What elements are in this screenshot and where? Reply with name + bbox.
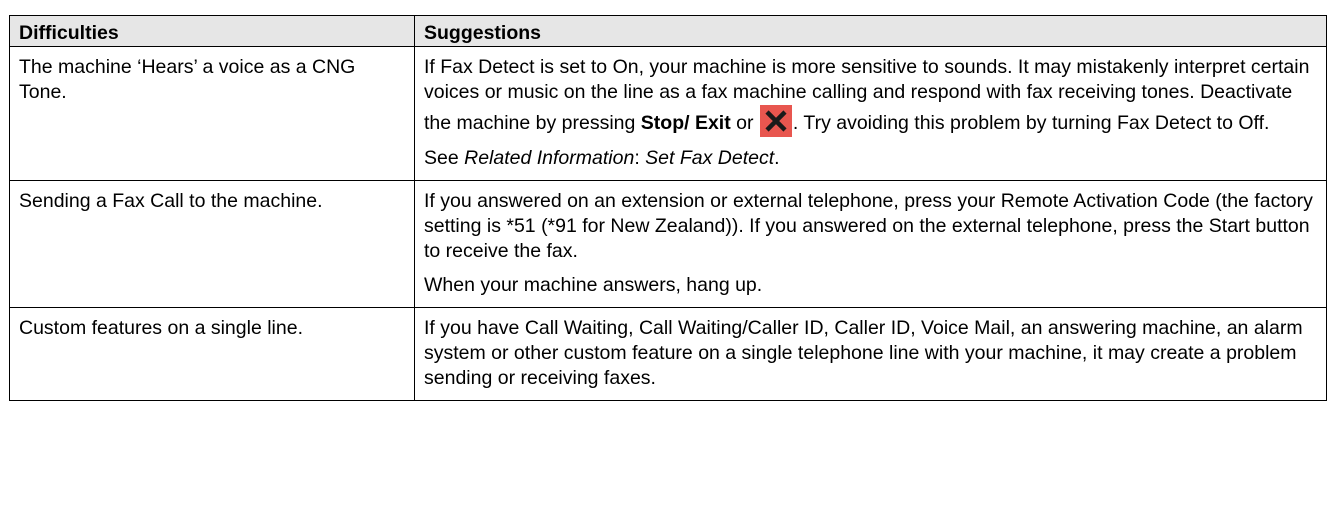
header-suggestions: Suggestions bbox=[414, 15, 1327, 47]
suggestion-paragraph: If Fax Detect is set to On, your machine… bbox=[424, 55, 1316, 137]
suggestion-cell: If Fax Detect is set to On, your machine… bbox=[414, 46, 1327, 181]
related-information-ref: Related Information bbox=[464, 147, 635, 169]
difficulty-text: The machine ‘Hears’ a voice as a CNG Ton… bbox=[19, 56, 356, 103]
related-info-paragraph: See Related Information: Set Fax Detect. bbox=[424, 146, 1316, 180]
table-row: Sending a Fax Call to the machine. If yo… bbox=[9, 180, 1327, 308]
suggestion-text-tail: . Try avoiding this problem by turning F… bbox=[792, 112, 1270, 134]
difficulty-cell: Sending a Fax Call to the machine. bbox=[9, 180, 415, 308]
table-row: The machine ‘Hears’ a voice as a CNG Ton… bbox=[9, 46, 1327, 181]
conjunction-text: or bbox=[730, 112, 759, 134]
difficulty-cell: The machine ‘Hears’ a voice as a CNG Ton… bbox=[9, 46, 415, 181]
table-header-row: Difficulties Suggestions bbox=[9, 15, 1327, 47]
suggestion-cell: If you have Call Waiting, Call Waiting/C… bbox=[414, 307, 1327, 401]
stop-exit-key-label: Stop/ Exit bbox=[640, 112, 731, 134]
table-row: Custom features on a single line. If you… bbox=[9, 307, 1327, 401]
suggestion-paragraph: If you answered on an extension or exter… bbox=[424, 190, 1313, 262]
colon-text: : bbox=[634, 147, 646, 169]
cross-icon bbox=[759, 105, 792, 137]
header-difficulties: Difficulties bbox=[9, 15, 415, 47]
suggestion-paragraph: If you have Call Waiting, Call Waiting/C… bbox=[424, 317, 1303, 389]
suggestion-paragraph: When your machine answers, hang up. bbox=[424, 274, 763, 296]
difficulty-cell: Custom features on a single line. bbox=[9, 307, 415, 401]
see-text: See bbox=[424, 147, 465, 169]
period-text: . bbox=[774, 147, 780, 169]
difficulty-text: Sending a Fax Call to the machine. bbox=[19, 190, 323, 212]
suggestion-cell: If you answered on an extension or exter… bbox=[414, 180, 1327, 308]
troubleshooting-table: Difficulties Suggestions The machine ‘He… bbox=[9, 15, 1327, 401]
set-fax-detect-ref: Set Fax Detect bbox=[645, 147, 775, 169]
difficulty-text: Custom features on a single line. bbox=[19, 317, 303, 339]
